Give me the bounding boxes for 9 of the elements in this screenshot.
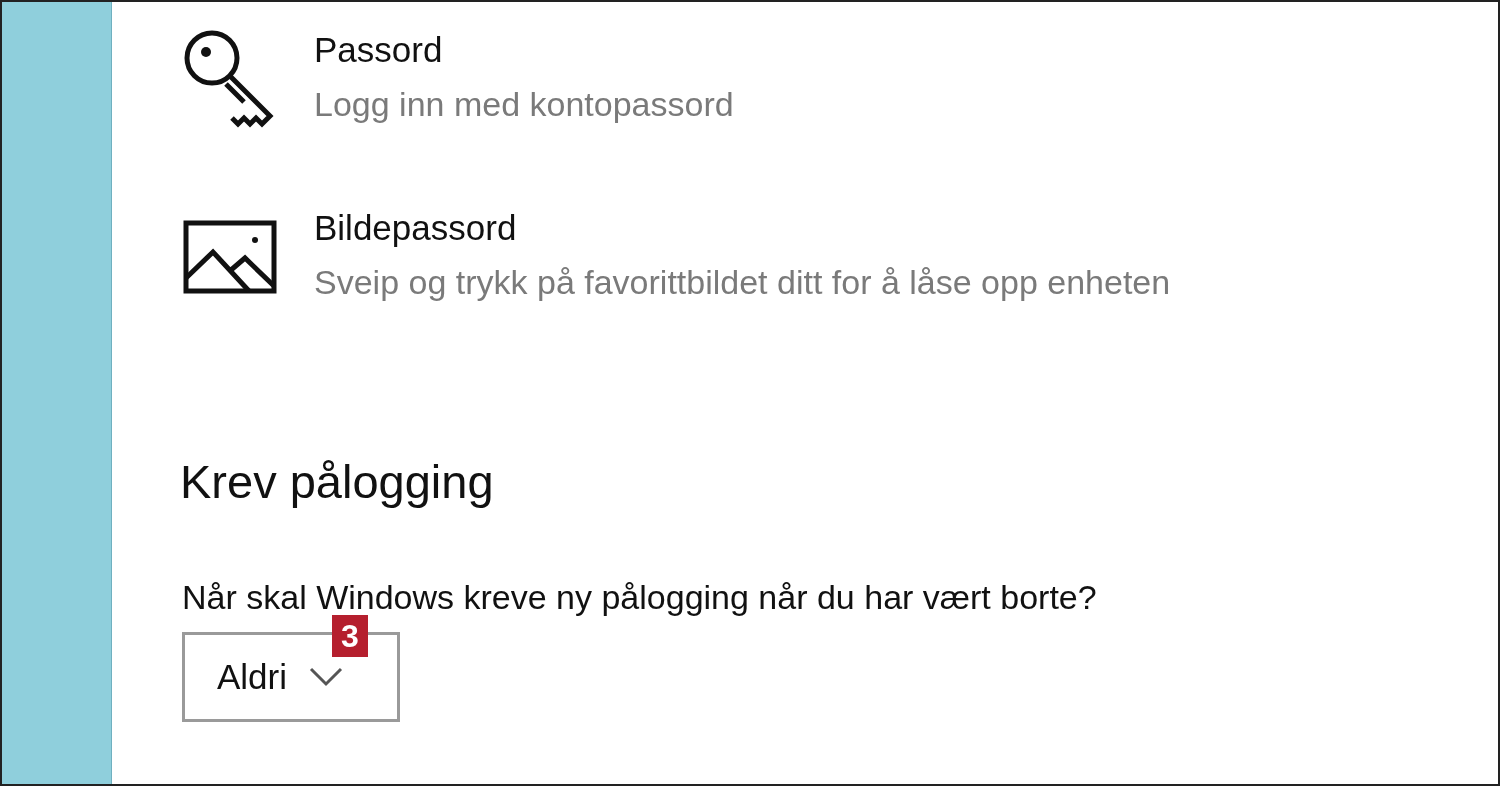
option-description: Logg inn med kontopassord xyxy=(314,84,734,125)
option-description: Sveip og trykk på favorittbildet ditt for å låse opp enheten xyxy=(314,262,1171,303)
image-icon xyxy=(183,220,277,294)
option-title: Passord xyxy=(314,29,444,71)
chevron-down-icon xyxy=(309,667,344,687)
callout-badge: 3 xyxy=(332,615,368,657)
question-label: Når skal Windows kreve ny pålogging når du har vært borte? xyxy=(182,577,1098,618)
section-heading: Krev pålogging xyxy=(180,454,495,510)
option-title: Bildepassord xyxy=(314,207,518,249)
